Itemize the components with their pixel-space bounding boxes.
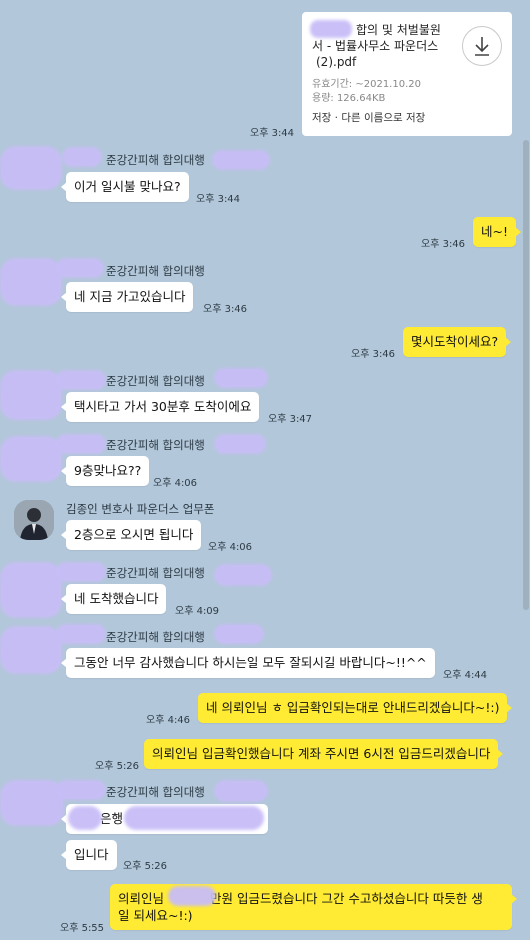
sender-name: 준강간피해 합의대행 [106, 566, 205, 580]
download-icon [475, 37, 489, 56]
timestamp: 오후 4:09 [175, 606, 220, 617]
redaction [62, 147, 102, 167]
timestamp: 오후 3:44 [196, 194, 241, 205]
redaction [56, 780, 106, 800]
timestamp: 오후 4:06 [153, 478, 198, 489]
redaction [56, 370, 106, 390]
file-title: 합의 및 처벌불원 서 - 법률사무소 파운더스 (2).pdf [312, 23, 441, 69]
file-expiry: 유효기간: ~2021.10.20 [312, 79, 421, 90]
redaction [124, 806, 264, 830]
message-bubble: 그동안 너무 감사했습니다 하시는일 모두 잘되시길 바랍니다~!!^^ [61, 648, 435, 678]
redaction [212, 150, 270, 170]
timestamp: 오후 5:26 [95, 761, 140, 772]
redaction [214, 624, 264, 644]
timestamp: 오후 4:06 [208, 542, 253, 553]
message-bubble: 네 도착했습니다 [60, 584, 167, 614]
message-bubble: 이거 일시불 맞나요? [61, 172, 189, 202]
redaction [214, 780, 268, 802]
redaction [168, 886, 216, 906]
file-size: 용량: 126.64KB [312, 93, 386, 104]
redaction [56, 258, 104, 278]
redaction [0, 146, 62, 190]
timestamp: 오후 3:46 [203, 304, 248, 315]
redaction [214, 564, 272, 586]
message-bubble: 의뢰인님 입금확인했습니다 계좌 주시면 6시전 입금드리겠습니다 [144, 739, 504, 769]
message-bubble: 몇시도착이세요? [403, 327, 512, 357]
file-actions: 저장 · 다른 이름으로 저장 [312, 112, 426, 124]
avatar[interactable] [14, 500, 54, 540]
redaction [214, 434, 266, 454]
redaction [0, 780, 64, 826]
sender-name: 준강간피해 합의대행 [106, 153, 205, 167]
timestamp: 오후 5:26 [123, 861, 168, 872]
sender-name: 준강간피해 합의대행 [106, 264, 205, 278]
scrollbar[interactable] [523, 140, 529, 610]
sender-name: 준강간피해 합의대행 [106, 630, 205, 644]
redaction [56, 624, 106, 644]
file-message-card[interactable]: 합의 및 처벌불원 서 - 법률사무소 파운더스 (2).pdf 유효기간: ~… [302, 12, 512, 136]
sender-name: 김종인 변호사 파운더스 업무폰 [66, 502, 215, 516]
timestamp: 오후 3:44 [250, 128, 295, 139]
message-bubble: 9층맞나요?? [60, 456, 150, 486]
sender-name: 준강간피해 합의대행 [106, 785, 205, 799]
redaction [56, 434, 106, 454]
timestamp: 오후 3:46 [351, 349, 396, 360]
message-bubble: 네~! [473, 217, 521, 247]
sender-name: 준강간피해 합의대행 [106, 438, 205, 452]
redaction [0, 626, 62, 674]
save-as-link[interactable]: 다른 이름으로 저장 [341, 112, 425, 124]
message-bubble: 입니다 [61, 840, 117, 870]
redaction [56, 562, 106, 582]
timestamp: 오후 3:46 [421, 239, 466, 250]
download-button[interactable] [462, 26, 502, 66]
timestamp: 오후 5:55 [60, 923, 105, 934]
redaction [214, 368, 268, 388]
redaction [0, 370, 62, 420]
sender-name: 준강간피해 합의대행 [106, 374, 205, 388]
message-bubble: 네 의뢰인님 ㅎ 입금확인되는대로 안내드리겠습니다~!:) [198, 693, 513, 723]
message-bubble: 택시타고 가서 30분후 도착이에요 [60, 392, 260, 422]
redaction [0, 258, 62, 306]
timestamp: 오후 3:47 [268, 414, 313, 425]
save-link[interactable]: 저장 [312, 112, 331, 124]
timestamp: 오후 4:46 [146, 715, 191, 726]
redaction [68, 806, 102, 830]
redaction [0, 562, 62, 618]
profile-photo-icon [14, 500, 54, 540]
redaction [0, 436, 62, 482]
timestamp: 오후 4:44 [443, 670, 488, 681]
message-bubble: 네 지금 가고있습니다 [60, 282, 194, 312]
message-bubble: 2층으로 오시면 됩니다 [60, 520, 202, 550]
